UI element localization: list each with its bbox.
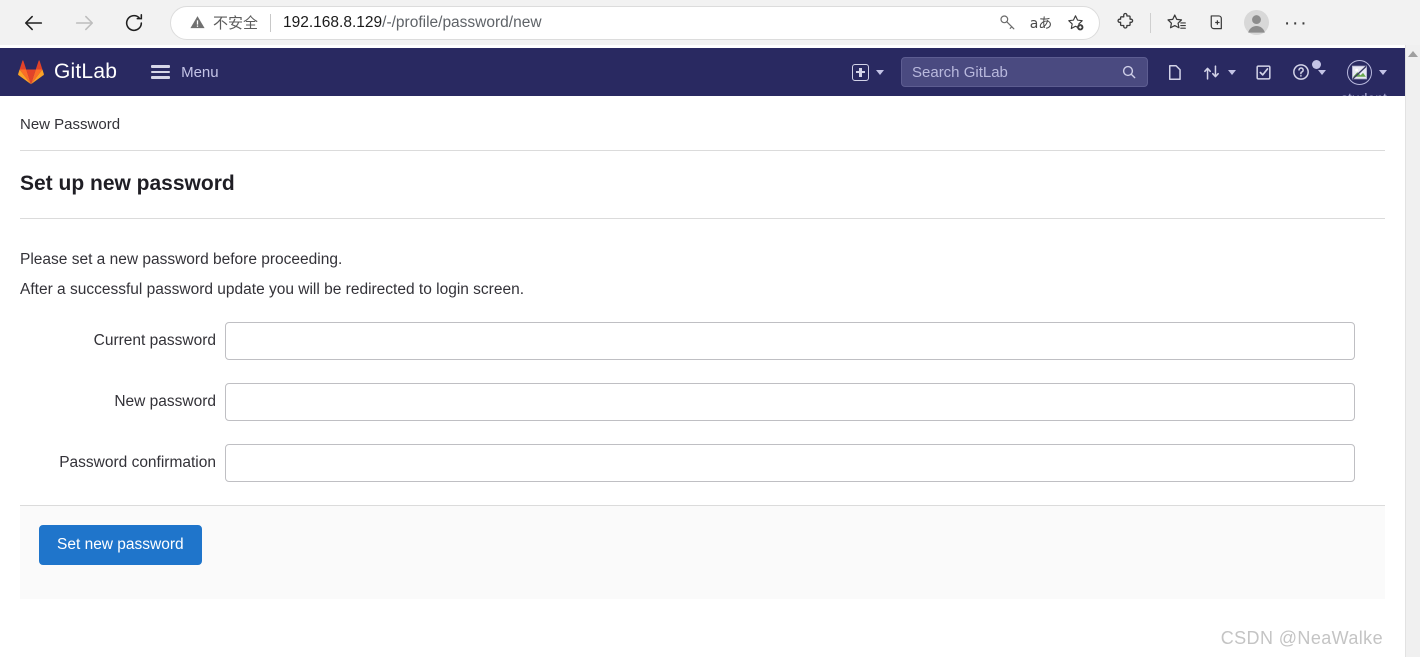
warning-triangle-icon: [190, 16, 205, 29]
key-icon[interactable]: [991, 8, 1023, 38]
notification-dot: [1312, 60, 1321, 69]
label-current-password: Current password: [93, 332, 216, 350]
form-row-new-password: New password: [0, 383, 1405, 422]
avatar: [1347, 59, 1372, 85]
page-content: New Password Set up new password Please …: [0, 96, 1405, 657]
chevron-down-icon: [1379, 69, 1387, 75]
url-text: 192.168.8.129/-/profile/password/new: [283, 14, 991, 32]
browser-nav-buttons: [0, 5, 154, 41]
intro-line-2: After a successful password update you w…: [20, 281, 525, 299]
current-password-input[interactable]: [225, 322, 1355, 361]
password-confirmation-input[interactable]: [225, 444, 1355, 483]
add-favorite-icon[interactable]: [1059, 8, 1091, 38]
form-row-current-password: Current password: [0, 322, 1405, 361]
merge-request-icon: [1204, 64, 1219, 80]
navbar-left: GitLab Menu: [0, 59, 219, 85]
profile-avatar[interactable]: [1237, 5, 1275, 41]
navbar-menu-label: Menu: [181, 63, 219, 81]
page-title: Set up new password: [20, 172, 235, 195]
chevron-down-icon: [876, 69, 884, 75]
chevron-down-icon: [1228, 69, 1236, 75]
back-arrow-icon: [24, 15, 43, 30]
gitlab-tanuki-icon[interactable]: [18, 59, 44, 85]
url-path: /-/profile/password/new: [382, 13, 542, 31]
help-question-icon: [1293, 64, 1309, 80]
form-footer: Set new password: [20, 506, 1385, 600]
reload-button[interactable]: [114, 5, 154, 41]
breadcrumb: New Password: [20, 116, 121, 133]
gitlab-brand-label[interactable]: GitLab: [54, 60, 117, 84]
issues-icon: [1168, 64, 1181, 80]
hamburger-icon: [151, 65, 171, 79]
password-form: Current password New password Password c…: [0, 322, 1405, 483]
intro-line-1: Please set a new password before proceed…: [20, 251, 343, 268]
create-new-button[interactable]: [843, 48, 893, 96]
broken-image-icon: [1351, 65, 1368, 79]
browser-toolbar-actions: ···: [1106, 5, 1315, 41]
plus-square-icon: [852, 63, 869, 81]
label-password-confirmation: Password confirmation: [59, 454, 216, 472]
todo-checkbox-icon: [1256, 64, 1271, 80]
form-row-password-confirmation: Password confirmation: [0, 444, 1405, 483]
new-password-input[interactable]: [225, 383, 1355, 422]
merge-requests-button[interactable]: [1193, 48, 1245, 96]
search-input[interactable]: Search GitLab: [901, 57, 1148, 87]
more-options-label: ···: [1283, 11, 1309, 34]
omnibox-actions: aあ: [991, 8, 1091, 38]
label-new-password: New password: [114, 393, 216, 411]
help-button[interactable]: [1282, 48, 1335, 96]
scroll-up-arrow-icon[interactable]: [1408, 51, 1418, 57]
toolbar-divider: [1150, 12, 1151, 33]
more-options-icon[interactable]: ···: [1277, 5, 1315, 41]
navbar-right: Search GitLab: [843, 48, 1405, 106]
forward-button[interactable]: [64, 5, 104, 41]
omnibox-divider: [270, 13, 272, 32]
search-icon: [1122, 65, 1136, 79]
reload-icon: [125, 13, 143, 31]
url-host: 192.168.8.129: [283, 13, 383, 31]
address-bar[interactable]: 不安全 192.168.8.129/-/profile/password/new…: [170, 5, 1100, 40]
gitlab-navbar: GitLab Menu Search GitLab: [0, 48, 1405, 106]
security-indicator[interactable]: 不安全: [189, 12, 258, 33]
browser-toolbar: 不安全 192.168.8.129/-/profile/password/new…: [0, 0, 1420, 45]
navbar-menu-button[interactable]: Menu: [151, 64, 219, 81]
watermark: CSDN @NeaWalke: [1220, 628, 1383, 648]
user-menu-button[interactable]: student: [1335, 59, 1395, 106]
page-scrollbar[interactable]: [1405, 45, 1420, 657]
translate-icon[interactable]: aあ: [1025, 8, 1057, 38]
intro-text: Please set a new password before proceed…: [0, 219, 1405, 305]
back-button[interactable]: [14, 5, 54, 41]
forward-arrow-icon: [75, 15, 94, 30]
chevron-down-icon: [1318, 69, 1326, 75]
issues-button[interactable]: [1156, 48, 1193, 96]
set-new-password-button[interactable]: Set new password: [39, 525, 202, 566]
todos-button[interactable]: [1245, 48, 1282, 96]
security-label: 不安全: [213, 14, 259, 32]
favorites-icon[interactable]: [1157, 5, 1195, 41]
search-placeholder: Search GitLab: [912, 63, 1008, 81]
extensions-icon[interactable]: [1106, 5, 1144, 41]
collections-icon[interactable]: [1197, 5, 1235, 41]
